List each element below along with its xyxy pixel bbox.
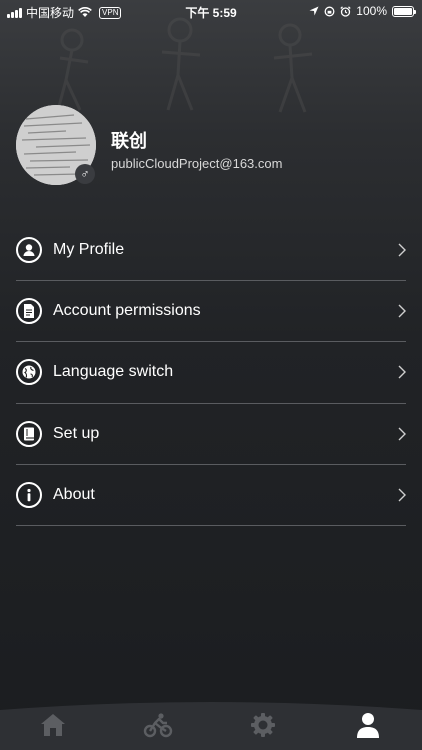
menu-item-label: Account permissions <box>53 302 201 320</box>
chevron-right-icon <box>398 365 406 379</box>
menu-item-label: About <box>53 485 95 503</box>
tab-cycling[interactable] <box>105 708 210 742</box>
gear-icon <box>250 713 275 737</box>
document-icon <box>16 298 42 325</box>
person-icon <box>356 713 379 738</box>
gender-male-icon: ♂ <box>75 164 95 184</box>
chevron-right-icon <box>398 243 406 257</box>
user-email: publicCloudProject@163.com <box>111 156 283 171</box>
chevron-right-icon <box>398 488 406 502</box>
tab-home[interactable] <box>0 708 105 742</box>
info-icon <box>16 481 42 508</box>
battery-icon <box>392 5 416 17</box>
menu-item-label: Language switch <box>53 363 174 381</box>
tab-settings[interactable] <box>210 708 315 742</box>
chevron-right-icon <box>398 304 406 318</box>
chevron-right-icon <box>398 427 406 441</box>
rotation-lock-icon <box>324 6 335 16</box>
menu-item-label: My Profile <box>53 241 125 259</box>
profile-menu: My Profile Account permissions Language … <box>16 220 406 526</box>
menu-item-label: Set up <box>53 424 100 442</box>
app-screen: 中国移动 VPN 下午 5:59 100% ♂ 联创 publicCloudPr… <box>0 0 422 750</box>
bottom-tab-bar <box>0 700 422 750</box>
menu-item-set-up[interactable]: Set up <box>16 404 406 465</box>
tab-profile[interactable] <box>315 708 420 742</box>
bicycle-icon <box>143 713 172 738</box>
location-icon <box>309 6 319 16</box>
status-bar: 中国移动 VPN 下午 5:59 100% <box>0 0 422 22</box>
menu-item-about[interactable]: About <box>16 465 406 526</box>
user-icon <box>16 237 42 264</box>
menu-item-language-switch[interactable]: Language switch <box>16 342 406 404</box>
battery-percent: 100% <box>356 4 387 18</box>
menu-item-my-profile[interactable]: My Profile <box>16 220 406 282</box>
book-icon <box>16 420 42 447</box>
alarm-icon <box>340 5 351 17</box>
menu-item-account-permissions[interactable]: Account permissions <box>16 281 406 343</box>
home-icon <box>40 714 65 736</box>
globe-icon <box>16 359 42 386</box>
user-name: 联创 <box>111 131 147 152</box>
